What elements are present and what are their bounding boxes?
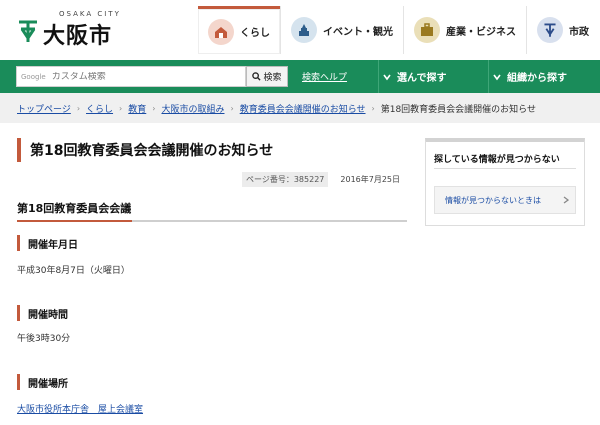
- sidebar-title: 探している情報が見つからない: [434, 155, 560, 165]
- not-found-help-label: 情報が見つからないときは: [445, 195, 541, 205]
- nav-life[interactable]: くらし: [198, 6, 280, 54]
- briefcase-icon: [414, 17, 440, 43]
- breadcrumb-separator-icon: ›: [119, 103, 123, 113]
- browse-by-category-button[interactable]: 選んで探す: [378, 60, 484, 93]
- nav-business[interactable]: 産業・ビジネス: [403, 6, 526, 54]
- breadcrumb-life[interactable]: くらし: [86, 102, 113, 115]
- nav-life-label: くらし: [240, 28, 270, 39]
- chevron-down-icon: [493, 74, 501, 81]
- nav-city-admin-label: 市政: [569, 26, 589, 38]
- help-sidebar-box: 探している情報が見つからない 情報が見つからないときは: [425, 138, 585, 226]
- logo-japanese: 大阪市: [43, 24, 113, 49]
- page-title: 第18回教育委員会会議開催のお知らせ: [17, 138, 409, 162]
- sidebar-divider: [434, 168, 576, 169]
- search-input[interactable]: [51, 71, 222, 82]
- page-number: ページ番号：385227: [242, 172, 329, 187]
- breadcrumb-separator-icon: ›: [152, 103, 156, 113]
- chevron-down-icon: [383, 74, 391, 81]
- breadcrumb-separator-icon: ›: [76, 103, 81, 113]
- chevron-right-icon: [563, 196, 569, 204]
- browse-by-category-label: 選んで探す: [397, 73, 447, 84]
- page-meta: ページ番号：385227 2016年7月25日: [242, 172, 400, 187]
- time-heading: 開催時間: [17, 305, 407, 321]
- house-icon: [208, 18, 234, 45]
- time-text: 午後3時30分: [17, 334, 71, 344]
- breadcrumb-current: 第18回教育委員会会議開催のお知らせ: [380, 104, 536, 115]
- venue-link[interactable]: 大阪市役所本庁舎 屋上会議室: [17, 402, 143, 415]
- not-found-help-link[interactable]: 情報が見つからないときは: [434, 186, 576, 214]
- site-header: OSAKA CITY 大阪市 くらし イベント・観光 産業・ビジネス 市政: [0, 0, 600, 60]
- search-help-link[interactable]: 検索ヘルプ: [302, 70, 347, 83]
- breadcrumb-meetings[interactable]: 教育委員会会議開催のお知らせ: [240, 102, 366, 115]
- browse-by-organization-label: 組織から探す: [507, 73, 567, 84]
- nav-event-label: イベント・観光: [323, 26, 393, 38]
- osaka-city-logo[interactable]: OSAKA CITY 大阪市: [17, 10, 127, 50]
- city-emblem-icon: [537, 17, 563, 43]
- section-title-accent: [17, 220, 132, 222]
- breadcrumb-separator-icon: ›: [371, 103, 375, 113]
- breadcrumb-education[interactable]: 教育: [128, 102, 146, 115]
- logo-english: OSAKA CITY: [59, 10, 121, 18]
- breadcrumb: トップページ › くらし › 教育 › 大阪市の取組み › 教育委員会会議開催の…: [0, 93, 600, 123]
- section-title: 第18回教育委員会会議: [17, 200, 407, 222]
- breadcrumb-separator-icon: ›: [230, 103, 234, 113]
- search-bar: Google 検索 検索ヘルプ 選んで探す 組織から探す: [0, 60, 600, 93]
- venue-heading: 開催場所: [17, 374, 407, 390]
- search-box: Google: [16, 66, 246, 87]
- nav-event[interactable]: イベント・観光: [280, 6, 403, 54]
- nav-business-label: 産業・ビジネス: [446, 26, 516, 38]
- browse-by-organization-button[interactable]: 組織から探す: [488, 60, 600, 93]
- breadcrumb-initiatives[interactable]: 大阪市の取組み: [161, 102, 224, 115]
- section-title-text: 第18回教育委員会会議: [17, 202, 132, 215]
- global-nav: くらし イベント・観光 産業・ビジネス 市政: [198, 6, 599, 54]
- date-heading: 開催年月日: [17, 235, 407, 251]
- date-text: 平成30年8月7日（火曜日）: [17, 266, 130, 276]
- search-button[interactable]: 検索: [246, 66, 288, 87]
- nav-city-admin[interactable]: 市政: [526, 6, 599, 54]
- search-button-label: 検索: [263, 73, 282, 83]
- search-icon: [252, 72, 262, 81]
- castle-icon: [291, 17, 317, 43]
- city-emblem-icon: [19, 20, 37, 42]
- publish-date: 2016年7月25日: [340, 175, 401, 184]
- breadcrumb-top[interactable]: トップページ: [17, 102, 71, 115]
- google-label: Google: [21, 72, 46, 81]
